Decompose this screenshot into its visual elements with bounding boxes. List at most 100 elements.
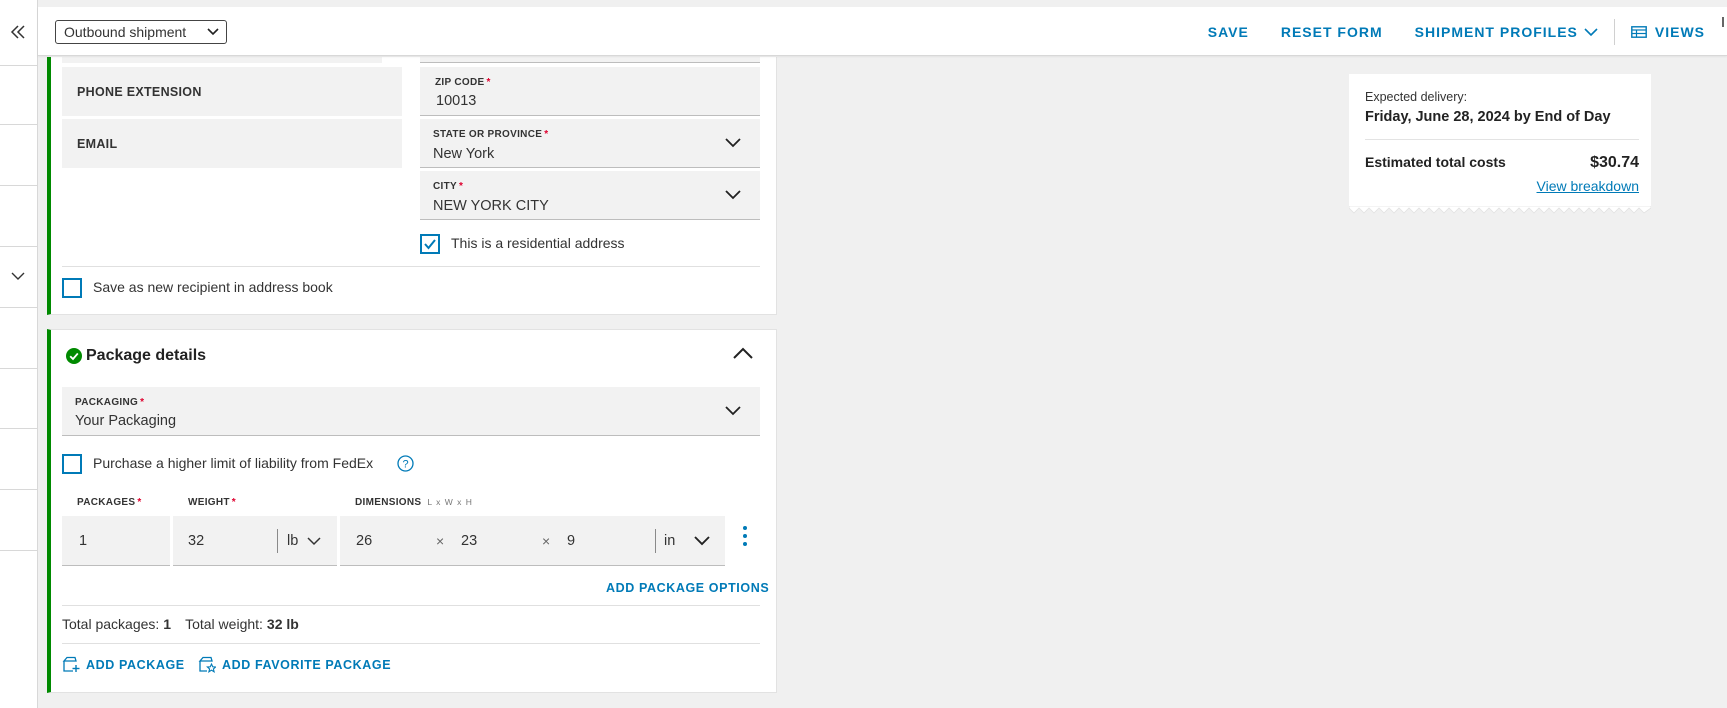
city-label: CITY *	[433, 181, 463, 192]
phone-extension-field[interactable]: PHONE EXTENSION	[62, 67, 402, 116]
packaging-value: Your Packaging	[75, 413, 177, 429]
zip-code-value: 10013	[436, 93, 477, 109]
city-value: NEW YORK CITY	[433, 198, 549, 214]
times-separator: ×	[436, 533, 445, 549]
recipient-card: PHONE EXTENSION EMAIL ZIP CODE * 10013 ST…	[47, 57, 777, 315]
package-details-title: Package details	[86, 347, 207, 364]
weight-input[interactable]: 32	[188, 533, 204, 549]
city-select[interactable]: CITY * NEW YORK CITY	[420, 171, 760, 220]
email-field[interactable]: EMAIL	[62, 119, 402, 168]
divider	[62, 643, 760, 644]
estimated-cost-value: $30.74	[1590, 154, 1639, 171]
required-marker: *	[140, 397, 145, 408]
dimensions-column-label: DIMENSIONS L x W x H	[355, 497, 473, 508]
field-remnant	[420, 57, 760, 63]
packages-label-text: PACKAGES	[77, 497, 136, 508]
packages-input[interactable]: 1	[62, 516, 170, 566]
scrollbar-arrow-icon[interactable]	[1721, 17, 1725, 27]
weight-unit-select[interactable]: lb	[287, 516, 337, 566]
weight-label-text: WEIGHT	[188, 497, 230, 508]
expected-delivery-date: Friday, June 28, 2024 by End of Day	[1365, 109, 1611, 125]
estimated-cost-label: Estimated total costs	[1365, 154, 1506, 170]
required-marker: *	[137, 497, 142, 508]
zip-code-field[interactable]: ZIP CODE * 10013	[420, 67, 760, 116]
length-input[interactable]: 26	[356, 533, 372, 549]
dimension-unit-value: in	[664, 533, 676, 549]
shipment-profiles-dropdown[interactable]: SHIPMENT PROFILES	[1415, 24, 1598, 40]
rail-divider	[0, 368, 38, 369]
rail-divider	[0, 550, 38, 551]
package-details-card: Package details PACKAGING * Your Packagin…	[47, 329, 777, 693]
rail-divider	[0, 65, 38, 66]
chevron-down-icon	[307, 537, 321, 546]
height-input[interactable]: 9	[567, 533, 575, 549]
dimensions-sublabel: L x W x H	[427, 497, 473, 507]
add-package-options-button[interactable]: ADD PACKAGE OPTIONS	[606, 581, 769, 595]
reset-form-button[interactable]: RESET FORM	[1281, 24, 1383, 40]
required-marker: *	[231, 497, 236, 508]
chevron-down-icon	[207, 28, 219, 36]
weight-input-group: 32 lb	[173, 516, 337, 566]
rail-divider	[0, 246, 38, 247]
add-favorite-package-button[interactable]: ADD FAVORITE PACKAGE	[198, 656, 391, 673]
chevron-down-icon	[725, 138, 741, 148]
save-recipient-checkbox[interactable]	[62, 278, 82, 298]
weight-column-label: WEIGHT *	[188, 497, 236, 508]
phone-extension-label: PHONE EXTENSION	[77, 85, 202, 99]
divider	[62, 266, 760, 267]
required-marker: *	[544, 129, 549, 140]
packaging-select[interactable]: PACKAGING * Your Packaging	[62, 387, 760, 436]
rail-divider	[0, 185, 38, 186]
help-icon[interactable]: ?	[397, 455, 414, 472]
packaging-label: PACKAGING *	[75, 397, 144, 408]
add-package-button[interactable]: ADD PACKAGE	[62, 656, 185, 673]
email-label: EMAIL	[77, 137, 118, 151]
width-input[interactable]: 23	[461, 533, 477, 549]
more-options-icon[interactable]	[742, 526, 748, 550]
liability-checkbox[interactable]	[62, 454, 82, 474]
dimension-unit-select[interactable]: in	[664, 516, 725, 566]
residential-checkbox[interactable]	[420, 234, 440, 254]
chevron-down-icon	[725, 190, 741, 200]
rail-divider	[0, 124, 38, 125]
zip-code-label-text: ZIP CODE	[435, 77, 485, 88]
save-button[interactable]: SAVE	[1208, 24, 1249, 40]
views-icon	[1630, 25, 1647, 38]
chevron-down-icon	[11, 272, 25, 280]
chevron-up-icon[interactable]	[732, 346, 754, 360]
rail-divider	[0, 489, 38, 490]
divider	[62, 605, 760, 606]
total-weight-value: 32 lb	[266, 616, 299, 632]
shipment-type-select[interactable]: Outbound shipment	[55, 20, 227, 44]
packages-column-label: PACKAGES *	[77, 497, 142, 508]
save-recipient-label: Save as new recipient in address book	[93, 279, 333, 295]
top-actions: SAVE RESET FORM SHIPMENT PROFILES VIEWS	[1176, 7, 1727, 56]
add-package-icon	[62, 656, 80, 672]
required-marker: *	[486, 77, 491, 88]
views-label: VIEWS	[1654, 23, 1705, 40]
dimensions-label-text: DIMENSIONS	[355, 497, 422, 508]
double-chevron-left-icon	[10, 25, 25, 39]
packages-value: 1	[79, 533, 88, 549]
dimensions-input-group: 26 × 23 × 9 in	[340, 516, 725, 566]
checkmark-icon	[424, 239, 436, 250]
shipment-profiles-label: SHIPMENT PROFILES	[1414, 23, 1578, 40]
views-button[interactable]: VIEWS	[1630, 23, 1705, 40]
times-separator: ×	[542, 533, 551, 549]
chevron-down-icon	[1584, 27, 1598, 36]
state-province-label-text: STATE OR PROVINCE	[433, 129, 543, 140]
toolbar-separator	[1613, 18, 1615, 45]
field-remnant	[62, 57, 382, 63]
view-breakdown-link[interactable]: View breakdown	[1537, 178, 1639, 194]
state-province-select[interactable]: STATE OR PROVINCE * New York	[420, 119, 760, 168]
residential-label: This is a residential address	[451, 235, 625, 251]
collapse-sidebar-button[interactable]	[4, 18, 32, 46]
package-totals: Total packages: 1 Total weight: 32 lb	[62, 616, 313, 632]
receipt-edge	[1349, 206, 1651, 214]
total-weight-label: Total weight:	[185, 616, 263, 632]
chevron-down-icon	[725, 406, 741, 416]
shipment-summary-panel: Expected delivery: Friday, June 28, 2024…	[1349, 74, 1651, 214]
rail-expand-button[interactable]	[8, 266, 28, 286]
total-packages-label: Total packages:	[62, 616, 160, 632]
summary-divider	[1365, 139, 1639, 140]
